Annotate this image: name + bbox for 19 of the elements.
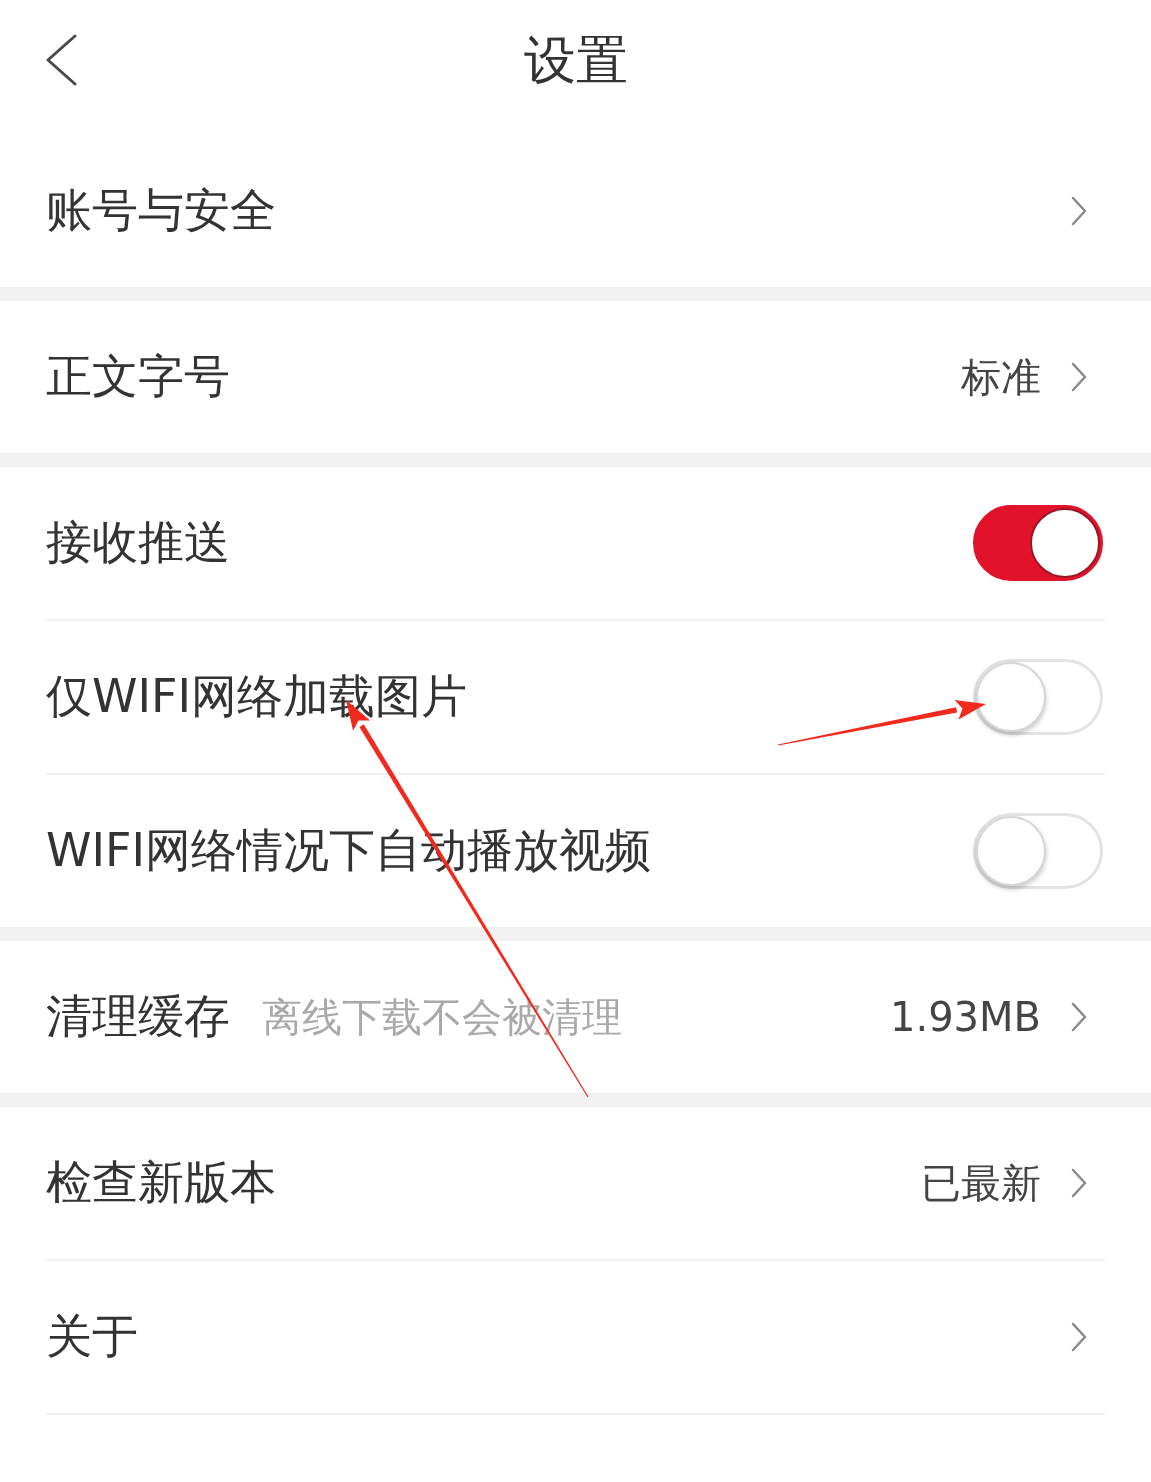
- chevron-right-icon: [1071, 1322, 1087, 1352]
- setting-label[interactable]: 关于: [46, 1309, 138, 1365]
- setting-label[interactable]: 账号与安全: [46, 183, 276, 239]
- chevron-right-icon: [1071, 362, 1087, 392]
- chevron-right-icon: [1071, 1002, 1087, 1032]
- setting-label[interactable]: 清理缓存: [46, 989, 230, 1045]
- chevron-right-icon: [1071, 1168, 1087, 1198]
- back-button[interactable]: [44, 34, 78, 86]
- chevron-left-icon: [44, 34, 78, 86]
- setting-value: 标准: [961, 353, 1041, 401]
- chevron-right-icon: [1071, 196, 1087, 226]
- setting-value: 已最新: [921, 1159, 1041, 1207]
- setting-label[interactable]: 正文字号: [46, 349, 230, 405]
- setting-value: 1.93MB: [890, 993, 1041, 1041]
- setting-label: 接收推送: [46, 515, 230, 571]
- setting-hint: 离线下载不会被清理: [262, 993, 622, 1041]
- page-title: 设置: [523, 28, 628, 92]
- setting-label: 仅WIFI网络加载图片: [46, 669, 468, 725]
- setting-label[interactable]: 检查新版本: [46, 1155, 276, 1211]
